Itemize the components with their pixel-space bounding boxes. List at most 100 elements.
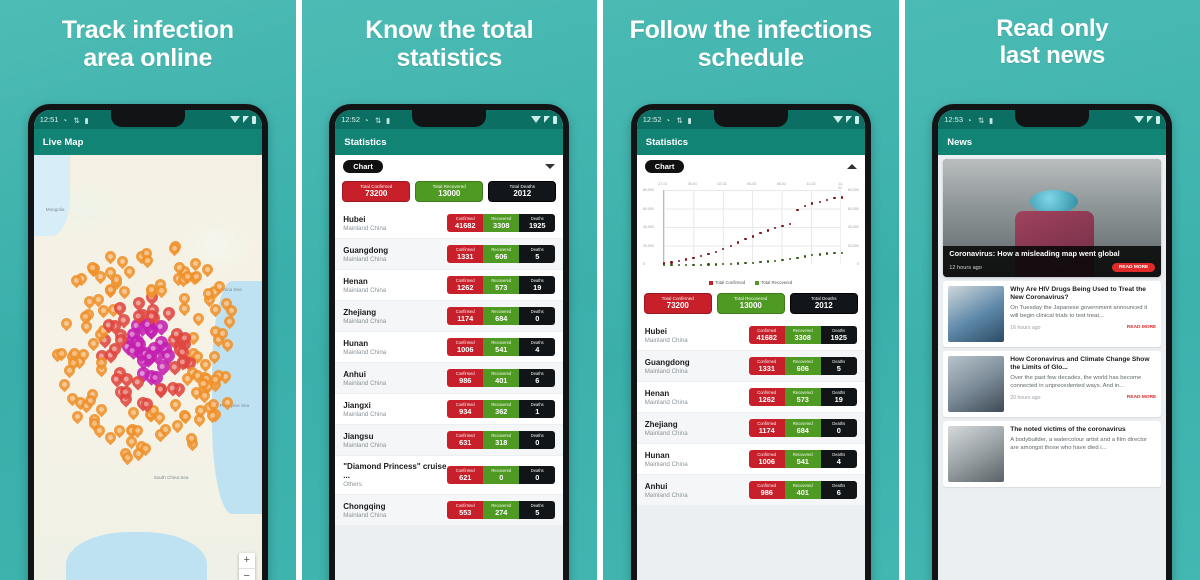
status-badge-deaths: Deaths 5	[519, 501, 555, 519]
table-row[interactable]: Hubei Mainland China Confirmed 41682 Recover…	[637, 320, 865, 351]
clock-icon: ◔	[666, 116, 673, 123]
table-row[interactable]: Anhui Mainland China Confirmed 986 Recovered…	[335, 363, 563, 394]
region-info: Chongqing Mainland China	[343, 502, 386, 519]
chart-data-point	[744, 262, 746, 264]
chart-data-point	[789, 258, 791, 260]
status-badge-confirmed: Confirmed 1331	[447, 245, 483, 263]
y-axis-tick: 40,000	[848, 225, 859, 229]
total-card-label: Total Recovered	[416, 184, 482, 189]
map-zoom-controls[interactable]: + −	[239, 553, 255, 580]
region-info: Jiangsu Mainland China	[343, 432, 386, 449]
app-bar-title: News	[947, 137, 972, 148]
news-title: The noted victims of the coronavirus	[1010, 426, 1156, 434]
news-thumbnail	[948, 286, 1004, 342]
region-info: Zhejiang Mainland China	[645, 420, 688, 437]
clock-icon: ◔	[967, 116, 974, 123]
map-marker[interactable]	[57, 376, 73, 392]
status-badge-confirmed: Confirmed 41682	[749, 326, 785, 344]
table-row[interactable]: Jiangxi Mainland China Confirmed 934 Recover…	[335, 394, 563, 425]
table-row[interactable]: Hubei Mainland China Confirmed 41682 Recover…	[335, 208, 563, 239]
zoom-out-button[interactable]: −	[239, 569, 255, 580]
table-row[interactable]: Zhejiang Mainland China Confirmed 1174 Recov…	[335, 301, 563, 332]
news-list[interactable]: Why Are HIV Drugs Being Used to Treat th…	[943, 281, 1161, 487]
table-row[interactable]: Jiangsu Mainland China Confirmed 631 Recover…	[335, 425, 563, 456]
status-bar: 12:52 ◔ ⇅ ▮	[637, 110, 865, 129]
news-description: Over the past few decades, the world has…	[1010, 375, 1156, 390]
chart-data-point	[707, 263, 709, 265]
news-hero-card[interactable]: Coronavirus: How a misleading map went g…	[943, 159, 1161, 277]
map-label: Mongolia	[46, 207, 65, 212]
app-bar-title: Live Map	[43, 137, 84, 148]
region-country: Mainland China	[343, 349, 386, 356]
list-item[interactable]: The noted victims of the coronavirus A bo…	[943, 421, 1161, 487]
news-description: On Tuesday the Japanese government annou…	[1010, 305, 1156, 320]
chart-toggle-row[interactable]: Chart	[335, 155, 563, 178]
region-list[interactable]: Hubei Mainland China Confirmed 41682 Recover…	[335, 208, 563, 526]
table-row[interactable]: Henan Mainland China Confirmed 1262 Recovere…	[335, 270, 563, 301]
totals-card-row: Total Confirmed 73200 Total Recovered 13000…	[335, 178, 563, 208]
status-badge-deaths: Deaths 4	[821, 450, 857, 468]
chevron-up-icon[interactable]	[847, 164, 857, 169]
table-row[interactable]: Henan Mainland China Confirmed 1262 Recovere…	[637, 382, 865, 413]
status-right-icons	[531, 116, 557, 124]
region-badges: Confirmed 1006 Recovered 541 Deaths 4	[749, 450, 857, 468]
map-marker[interactable]	[69, 408, 85, 424]
region-name: Hubei	[343, 215, 386, 224]
zoom-in-button[interactable]: +	[239, 553, 255, 569]
status-time: 12:52	[341, 115, 360, 124]
chart-chip[interactable]: Chart	[343, 160, 383, 173]
y-axis-tick: 80,000	[643, 188, 654, 192]
status-badge-confirmed: Confirmed 621	[447, 466, 483, 484]
status-badge-confirmed: Confirmed 986	[447, 369, 483, 387]
chart-data-point	[715, 251, 717, 253]
status-time: 12:51	[40, 115, 59, 124]
status-badge-confirmed: Confirmed 986	[749, 481, 785, 499]
headline-line-1: Know the total	[310, 16, 590, 44]
region-name: Jiangxi	[343, 401, 386, 410]
table-row[interactable]: Zhejiang Mainland China Confirmed 1174 Recov…	[637, 413, 865, 444]
table-row[interactable]: Guangdong Mainland China Confirmed 1331 Reco…	[637, 351, 865, 382]
region-list[interactable]: Hubei Mainland China Confirmed 41682 Recover…	[637, 320, 865, 506]
total-card-label: Total Confirmed	[343, 184, 409, 189]
status-badge-deaths: Deaths 1925	[519, 214, 555, 232]
table-row[interactable]: Hunan Mainland China Confirmed 1006 Recovere…	[637, 444, 865, 475]
app-bar-title: Statistics	[646, 137, 688, 148]
table-row[interactable]: Hunan Mainland China Confirmed 1006 Recovere…	[335, 332, 563, 363]
status-badge-deaths: Deaths 0	[519, 466, 555, 484]
news-read-more-button[interactable]: READ MORE	[1127, 395, 1156, 400]
hero-timestamp: 12 hours ago	[949, 265, 982, 271]
table-row[interactable]: Guangdong Mainland China Confirmed 1331 Reco…	[335, 239, 563, 270]
chart-data-point	[841, 252, 843, 254]
total-card-label: Total Confirmed	[645, 296, 711, 301]
map-marker[interactable]	[190, 311, 206, 327]
list-item[interactable]: Why Are HIV Drugs Being Used to Treat th…	[943, 281, 1161, 347]
map-marker[interactable]	[58, 315, 74, 331]
chart-data-point	[744, 238, 746, 240]
sync-icon: ⇅	[677, 116, 684, 123]
table-row[interactable]: "Diamond Princess" cruise ... Others Confi…	[335, 456, 563, 495]
chart-data-point	[700, 255, 702, 257]
chart-chip[interactable]: Chart	[645, 160, 685, 173]
live-map[interactable]: Mongolia East China Sea South China Sea …	[34, 155, 262, 580]
chevron-down-icon[interactable]	[545, 164, 555, 169]
chart-data-point	[692, 257, 694, 259]
news-meta: 20 hours ago READ MORE	[1010, 395, 1156, 401]
signal-icon	[1147, 116, 1153, 123]
chart-data-point	[737, 262, 739, 264]
region-info: Zhejiang Mainland China	[343, 308, 386, 325]
chart-toggle-row[interactable]: Chart	[637, 155, 865, 178]
table-row[interactable]: Anhui Mainland China Confirmed 986 Recovered…	[637, 475, 865, 506]
table-row[interactable]: Chongqing Mainland China Confirmed 553 Recov…	[335, 495, 563, 526]
hero-read-more-button[interactable]: READ MORE	[1112, 263, 1155, 272]
wifi-icon	[531, 116, 541, 123]
storage-icon: ▮	[688, 116, 695, 123]
panel-headline: Track infection area online	[0, 0, 296, 72]
chart-data-point	[781, 259, 783, 261]
region-info: Hubei Mainland China	[645, 327, 688, 344]
x-axis-tick: 14-02	[838, 182, 843, 190]
total-card-label: Total Deaths	[791, 296, 857, 301]
list-item[interactable]: How Coronavirus and Climate Change Show …	[943, 351, 1161, 417]
map-marker[interactable]	[177, 290, 193, 306]
news-read-more-button[interactable]: READ MORE	[1127, 325, 1156, 330]
chart-data-point	[685, 264, 687, 266]
